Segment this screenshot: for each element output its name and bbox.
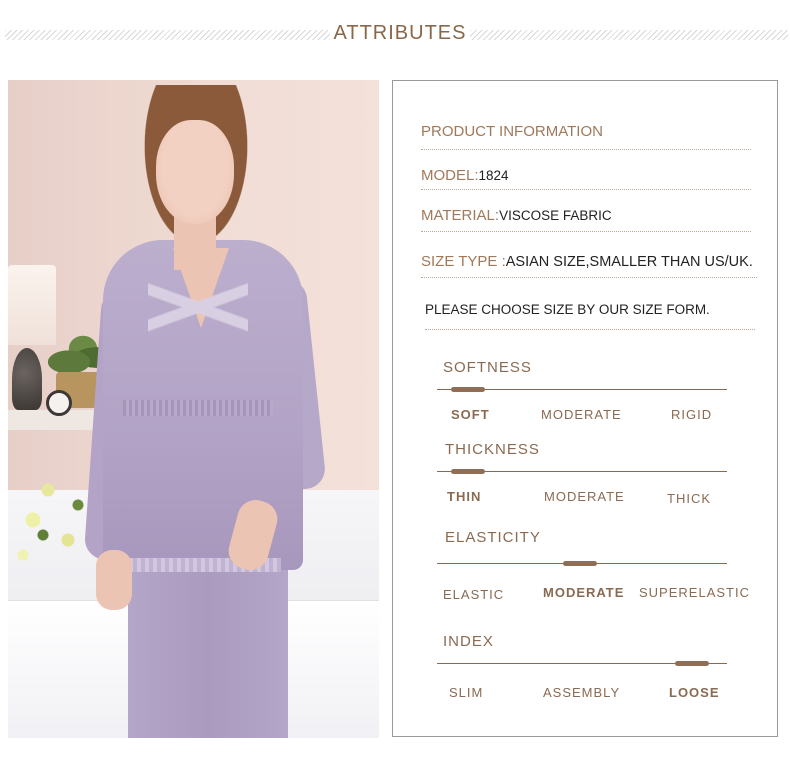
index-option-loose: LOOSE xyxy=(669,685,720,700)
header-hatch-left xyxy=(5,30,330,40)
thickness-option-thin: THIN xyxy=(447,489,482,504)
photo-model-face xyxy=(156,120,234,224)
softness-option-moderate: MODERATE xyxy=(541,407,622,422)
index-marker xyxy=(675,661,709,666)
size-note-row: PLEASE CHOOSE SIZE BY OUR SIZE FORM. xyxy=(425,301,755,330)
thickness-marker xyxy=(451,469,485,474)
material-value: VISCOSE FABRIC xyxy=(499,208,612,223)
elasticity-option-superelastic: SUPERELASTIC xyxy=(639,585,750,600)
index-scale: INDEX SLIM ASSEMBLY LOOSE xyxy=(437,633,727,700)
softness-title: SOFTNESS xyxy=(443,359,532,376)
thickness-scale: THICKNESS THIN MODERATE THICK xyxy=(437,441,727,506)
softness-marker xyxy=(451,387,485,392)
index-title: INDEX xyxy=(443,633,494,650)
model-label: MODEL: xyxy=(421,167,479,184)
softness-option-soft: SOFT xyxy=(451,407,490,422)
photo-pajama-pants xyxy=(128,570,288,738)
size-type-value: ASIAN SIZE,SMALLER THAN US/UK. xyxy=(505,254,753,270)
photo-lamp-shade xyxy=(8,265,56,345)
index-option-assembly: ASSEMBLY xyxy=(543,685,621,700)
thickness-title: THICKNESS xyxy=(445,441,540,458)
page-title: ATTRIBUTES xyxy=(333,22,467,44)
elasticity-scale: ELASTICITY ELASTIC MODERATE SUPERELASTIC xyxy=(437,529,749,602)
model-value: 1824 xyxy=(478,168,509,183)
photo-lace-neckline xyxy=(148,240,248,400)
attributes-header: ATTRIBUTES xyxy=(0,20,790,50)
material-row: MATERIAL:VISCOSE FABRIC xyxy=(421,207,751,232)
model-row: MODEL:1824 xyxy=(421,167,751,190)
header-hatch-right xyxy=(470,30,788,40)
product-photo xyxy=(8,80,379,738)
material-label: MATERIAL: xyxy=(421,207,500,224)
size-note: PLEASE CHOOSE SIZE BY OUR SIZE FORM. xyxy=(425,302,710,317)
elasticity-marker xyxy=(563,561,597,566)
elasticity-option-moderate: MODERATE xyxy=(543,585,625,600)
photo-clock xyxy=(46,390,72,416)
photo-elastic-waist xyxy=(123,400,273,416)
elasticity-option-elastic: ELASTIC xyxy=(443,587,505,602)
thickness-option-moderate: MODERATE xyxy=(544,489,625,504)
size-type-label: SIZE TYPE : xyxy=(421,253,506,270)
elasticity-title: ELASTICITY xyxy=(445,529,541,546)
attributes-panel: PRODUCT INFORMATION MODEL:1824 MATERIAL:… xyxy=(392,80,778,737)
photo-model-hand-left xyxy=(96,550,132,610)
index-option-slim: SLIM xyxy=(449,685,484,700)
thickness-option-thick: THICK xyxy=(667,491,711,506)
softness-scale: SOFTNESS SOFT MODERATE RIGID xyxy=(437,359,727,422)
product-information-heading: PRODUCT INFORMATION xyxy=(421,123,603,140)
softness-option-rigid: RIGID xyxy=(671,407,713,422)
size-type-row: SIZE TYPE :ASIAN SIZE,SMALLER THAN US/UK… xyxy=(421,253,757,278)
photo-lamp-base xyxy=(12,348,42,410)
product-information-row: PRODUCT INFORMATION xyxy=(421,123,751,150)
